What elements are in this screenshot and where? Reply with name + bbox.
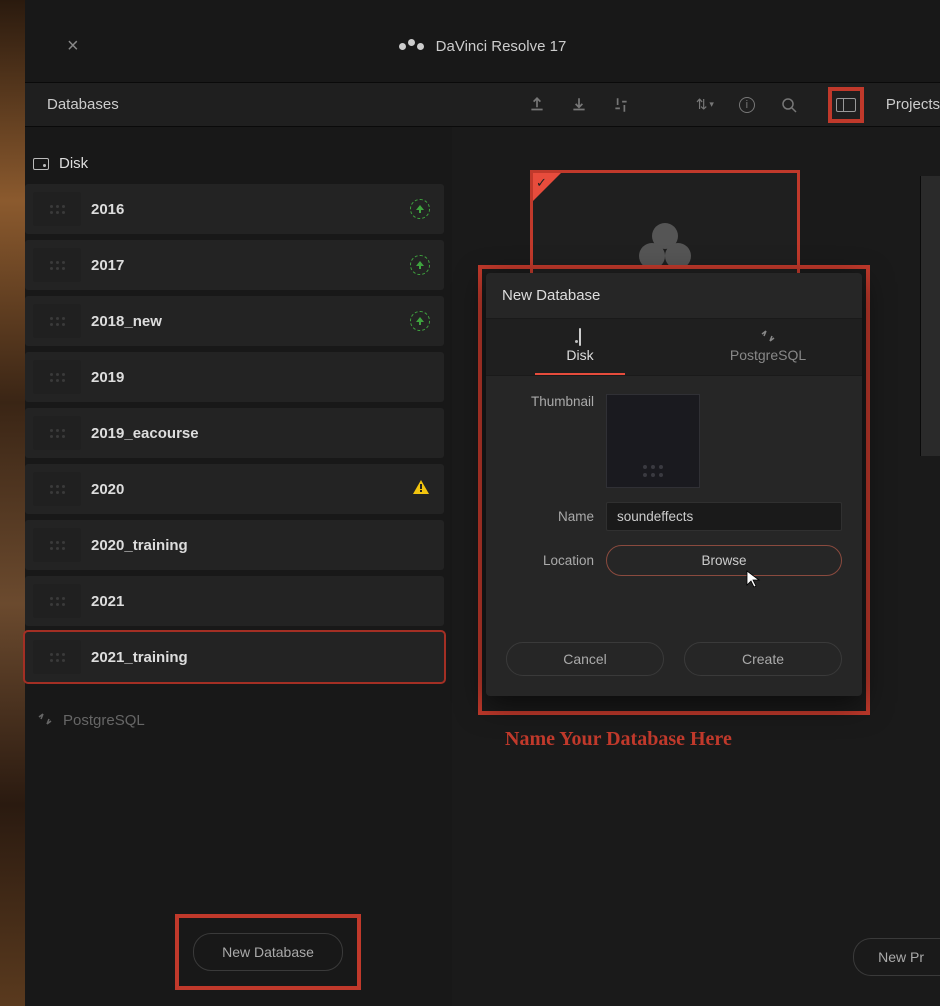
- window-close-button[interactable]: ×: [67, 35, 79, 58]
- database-item-label: 2021_training: [91, 649, 444, 666]
- disk-section-header[interactable]: Disk: [33, 155, 452, 172]
- database-item-label: 2019_eacourse: [91, 425, 444, 442]
- thumbnail-picker[interactable]: [606, 394, 700, 488]
- disk-tab-icon: [486, 329, 674, 345]
- projects-heading: Projects: [886, 96, 940, 113]
- titlebar: × DaVinci Resolve 17: [25, 22, 940, 70]
- postgresql-label: PostgreSQL: [63, 712, 145, 729]
- new-project-button[interactable]: New Pr: [853, 938, 940, 976]
- restore-icon[interactable]: [570, 96, 588, 114]
- database-item-label: 2021: [91, 593, 444, 610]
- annotation-name-database: Name Your Database Here: [505, 728, 732, 751]
- backup-icon[interactable]: [528, 96, 546, 114]
- database-item[interactable]: 2021_training: [25, 632, 444, 682]
- project-thumbnail-right-edge: [920, 176, 940, 456]
- database-thumb-icon: [33, 304, 81, 338]
- upgrade-available-icon[interactable]: [410, 311, 430, 331]
- disk-icon: [33, 158, 49, 170]
- app-title: DaVinci Resolve 17: [436, 38, 567, 55]
- database-thumb-icon: [33, 584, 81, 618]
- search-icon[interactable]: [780, 96, 798, 114]
- database-item[interactable]: 2018_new: [25, 296, 444, 346]
- name-label: Name: [506, 509, 594, 524]
- upgrade-available-icon[interactable]: [410, 199, 430, 219]
- project-selected-checkmark-icon: [533, 173, 561, 201]
- database-thumb-icon: [33, 528, 81, 562]
- create-button[interactable]: Create: [684, 642, 842, 676]
- tab-disk[interactable]: Disk: [486, 319, 674, 375]
- database-item-label: 2020_training: [91, 537, 444, 554]
- database-thumb-icon: [33, 416, 81, 450]
- dialog-title: New Database: [486, 273, 862, 319]
- location-label: Location: [506, 553, 594, 568]
- connect-icon[interactable]: [612, 96, 630, 114]
- database-item[interactable]: 2020_training: [25, 520, 444, 570]
- new-database-dialog: New Database Disk PostgreSQL Thumbnail N…: [486, 273, 862, 696]
- toolbar: Databases ⇅▾ i Projects: [25, 82, 940, 127]
- database-item-label: 2016: [91, 201, 410, 218]
- project-placeholder-logo-icon: [639, 223, 691, 269]
- database-item[interactable]: 2017: [25, 240, 444, 290]
- upgrade-available-icon[interactable]: [410, 255, 430, 275]
- tab-postgresql[interactable]: PostgreSQL: [674, 319, 862, 375]
- show-hide-database-toggle[interactable]: [828, 87, 864, 123]
- warning-icon[interactable]: [412, 479, 430, 500]
- database-thumb-icon: [33, 248, 81, 282]
- info-icon[interactable]: i: [738, 96, 756, 114]
- thumbnail-label: Thumbnail: [506, 394, 594, 409]
- postgresql-section-header[interactable]: PostgreSQL: [37, 712, 452, 729]
- database-item-label: 2019: [91, 369, 444, 386]
- app-logo-icon: [399, 43, 424, 50]
- database-thumb-icon: [33, 192, 81, 226]
- cancel-button[interactable]: Cancel: [506, 642, 664, 676]
- browse-button[interactable]: Browse: [606, 545, 842, 576]
- annotation-new-database-highlight: New Database: [175, 914, 361, 990]
- disk-label: Disk: [59, 155, 88, 172]
- database-item-label: 2020: [91, 481, 412, 498]
- sort-icon[interactable]: ⇅▾: [696, 96, 714, 114]
- database-item[interactable]: 2020: [25, 464, 444, 514]
- database-item[interactable]: 2016: [25, 184, 444, 234]
- desktop-background-strip: [0, 0, 25, 1006]
- database-item[interactable]: 2019_eacourse: [25, 408, 444, 458]
- database-item-label: 2017: [91, 257, 410, 274]
- databases-sidebar: Disk 2016 2017 2018_new 2019 2019_eacourse 20…: [25, 127, 452, 1006]
- database-item-label: 2018_new: [91, 313, 410, 330]
- name-field[interactable]: [606, 502, 842, 531]
- databases-heading: Databases: [47, 96, 119, 113]
- postgresql-tab-icon: [674, 329, 862, 345]
- database-thumb-icon: [33, 640, 81, 674]
- database-item[interactable]: 2021: [25, 576, 444, 626]
- database-item[interactable]: 2019: [25, 352, 444, 402]
- mouse-cursor-icon: [745, 569, 761, 589]
- database-thumb-icon: [33, 360, 81, 394]
- new-database-button[interactable]: New Database: [193, 933, 343, 971]
- database-thumb-icon: [33, 472, 81, 506]
- postgresql-icon: [37, 712, 53, 729]
